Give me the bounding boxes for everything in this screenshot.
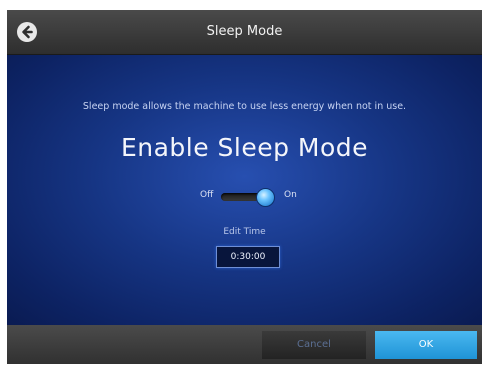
cancel-button[interactable]: Cancel bbox=[262, 331, 366, 359]
edit-time-field[interactable]: 0:30:00 bbox=[216, 246, 280, 268]
description-text: Sleep mode allows the machine to use les… bbox=[82, 101, 407, 112]
enable-sleep-heading: Enable Sleep Mode bbox=[120, 133, 369, 162]
toggle-off-label: Off bbox=[200, 190, 214, 200]
page-title: Sleep Mode bbox=[206, 24, 283, 39]
edit-time-label: Edit Time bbox=[223, 227, 266, 237]
toggle-on-label: On bbox=[284, 190, 297, 200]
footer-bar: Cancel OK bbox=[7, 325, 482, 364]
toggle-knob[interactable] bbox=[256, 188, 275, 207]
sleep-mode-screen: Sleep Mode Sleep mode allows the machine… bbox=[7, 10, 482, 364]
sleep-mode-toggle[interactable]: Off On bbox=[7, 187, 482, 207]
ok-button[interactable]: OK bbox=[375, 331, 477, 359]
header-bar: Sleep Mode bbox=[7, 10, 482, 55]
main-content: Sleep mode allows the machine to use les… bbox=[7, 55, 482, 325]
